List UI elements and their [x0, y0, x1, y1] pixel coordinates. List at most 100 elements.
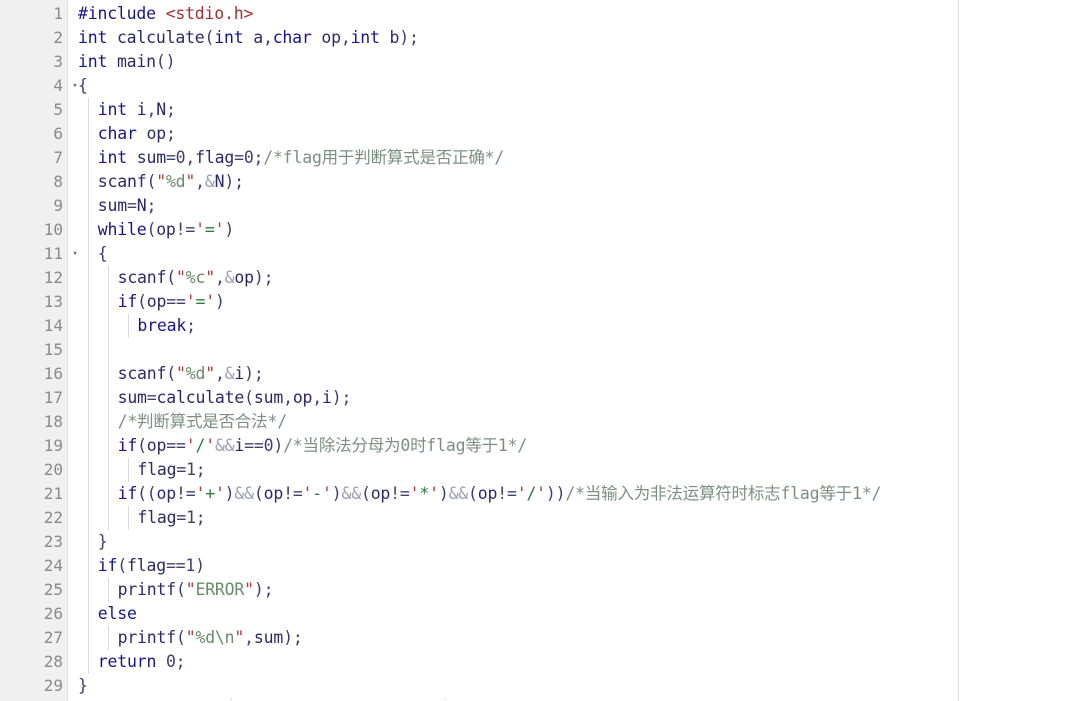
code-line-text: scanf("%d",&N);	[97, 172, 244, 191]
code-line-17[interactable]: sum=calculate(sum,op,i);	[68, 386, 1069, 410]
code-line-2[interactable]: int calculate(int a,char op,int b);	[68, 26, 1069, 50]
line-number-gutter: 1 2 3 4 ▾ 5 6 7 8 9 10 11 ▾ 12 13 14 15 16 17 18 19 20 21 22 23 2…	[0, 0, 78, 701]
code-line-8[interactable]: scanf("%d",&N);	[68, 170, 1069, 194]
indent-guide	[107, 314, 109, 338]
code-line-19[interactable]: if(op=='/'&&i==0)/*当除法分母为0时flag等于1*/	[68, 434, 1069, 458]
gutter-line-9: 9	[0, 194, 67, 218]
line-number: 17	[43, 388, 63, 407]
indent-guide	[88, 242, 89, 266]
code-line-18[interactable]: /*判断算式是否合法*/	[68, 410, 1069, 434]
code-line-26[interactable]: else	[68, 602, 1069, 626]
gutter-line-23: 23	[0, 530, 67, 554]
gutter-line-28: 28	[0, 650, 67, 674]
indent-guide	[88, 650, 89, 674]
line-number: 26	[43, 604, 63, 623]
indent-guide	[88, 506, 89, 530]
code-line-text: while(op!='=')	[97, 220, 235, 239]
code-line-16[interactable]: scanf("%d",&i);	[68, 362, 1069, 386]
line-number: 19	[43, 436, 63, 455]
code-line-14[interactable]: break;	[68, 314, 1069, 338]
line-number: 15	[43, 340, 63, 359]
indent-guide	[107, 506, 109, 530]
code-line-text: if(op=='=')	[117, 292, 225, 311]
line-number: 16	[43, 364, 63, 383]
line-number: 8	[53, 172, 63, 191]
gutter-line-26: 26	[0, 602, 67, 626]
indent-guide	[88, 602, 89, 626]
code-line-15[interactable]	[68, 338, 1069, 362]
code-line-29[interactable]: }	[68, 674, 1069, 698]
code-line-28[interactable]: return 0;	[68, 650, 1069, 674]
indent-guide	[88, 530, 89, 554]
code-line-3[interactable]: int main()	[68, 50, 1069, 74]
code-line-text: /*判断算式是否合法*/	[117, 412, 288, 431]
gutter-line-6: 6	[0, 122, 67, 146]
code-line-10[interactable]: while(op!='=')	[68, 218, 1069, 242]
code-line-text: sum=calculate(sum,op,i);	[117, 388, 352, 407]
gutter-line-24: 24	[0, 554, 67, 578]
indent-guide	[88, 578, 89, 602]
line-number: 6	[53, 124, 63, 143]
line-number: 21	[43, 484, 63, 503]
line-number: 7	[53, 148, 63, 167]
gutter-line-4: 4 ▾	[0, 74, 77, 98]
code-line-9[interactable]: sum=N;	[68, 194, 1069, 218]
indent-guide	[88, 338, 89, 362]
code-line-text: int main()	[78, 52, 176, 71]
code-line-4[interactable]: {	[68, 74, 1069, 98]
code-line-23[interactable]: }	[68, 530, 1069, 554]
indent-guide	[88, 98, 89, 122]
indent-guide	[107, 434, 109, 458]
line-number: 22	[43, 508, 63, 527]
code-line-text: printf("%d\n",sum);	[117, 628, 303, 647]
code-line-5[interactable]: int i,N;	[68, 98, 1069, 122]
code-editor[interactable]: 1 2 3 4 ▾ 5 6 7 8 9 10 11 ▾ 12 13 14 15 16 17 18 19 20 21 22 23 2…	[0, 0, 1069, 701]
code-line-text: {	[97, 244, 108, 263]
code-line-25[interactable]: printf("ERROR");	[68, 578, 1069, 602]
code-line-text: sum=N;	[97, 196, 157, 215]
code-line-20[interactable]: flag=1;	[68, 458, 1069, 482]
code-line-1[interactable]: #include <stdio.h>	[68, 2, 1069, 26]
indent-guide	[88, 170, 89, 194]
code-line-7[interactable]: int sum=0,flag=0;/*flag用于判断算式是否正确*/	[68, 146, 1069, 170]
gutter-line-7: 7	[0, 146, 67, 170]
indent-guide	[88, 218, 89, 242]
code-line-text: int sum=0,flag=0;/*flag用于判断算式是否正确*/	[97, 148, 505, 167]
code-line-22[interactable]: flag=1;	[68, 506, 1069, 530]
indent-guide	[107, 362, 109, 386]
gutter-line-16: 16	[0, 362, 67, 386]
code-line-27[interactable]: printf("%d\n",sum);	[68, 626, 1069, 650]
code-content-area[interactable]: #include <stdio.h> int calculate(int a,ch…	[68, 0, 1069, 701]
indent-guide	[88, 386, 89, 410]
code-line-text: int calculate(int a,char op,int b);	[78, 28, 419, 47]
line-number: 29	[43, 676, 63, 695]
indent-guide	[127, 506, 129, 530]
indent-guide	[107, 386, 109, 410]
gutter-line-25: 25	[0, 578, 67, 602]
code-line-text: char op;	[97, 124, 176, 143]
indent-guide	[88, 458, 89, 482]
code-line-text: }	[78, 676, 88, 695]
line-number: 14	[43, 316, 63, 335]
code-line-11[interactable]: {	[68, 242, 1069, 266]
code-line-text: {	[78, 76, 88, 95]
code-line-12[interactable]: scanf("%c",&op);	[68, 266, 1069, 290]
code-line-text: if(flag==1)	[97, 556, 205, 575]
line-number: 23	[43, 532, 63, 551]
indent-guide	[107, 266, 109, 290]
code-line-6[interactable]: char op;	[68, 122, 1069, 146]
line-number: 11	[43, 244, 63, 263]
line-number: 28	[43, 652, 63, 671]
gutter-line-11: 11 ▾	[0, 242, 78, 266]
indent-guide	[88, 266, 89, 290]
code-line-13[interactable]: if(op=='=')	[68, 290, 1069, 314]
code-line-21[interactable]: if((op!='+')&&(op!='-')&&(op!='*')&&(op!…	[68, 482, 1069, 506]
gutter-line-1: 1	[0, 2, 67, 26]
line-number: 25	[43, 580, 63, 599]
code-line-24[interactable]: if(flag==1)	[68, 554, 1069, 578]
indent-guide	[107, 626, 109, 650]
gutter-line-8: 8	[0, 170, 67, 194]
code-line-text: scanf("%c",&op);	[117, 268, 274, 287]
code-line-text: return 0;	[97, 652, 186, 671]
gutter-line-5: 5	[0, 98, 67, 122]
